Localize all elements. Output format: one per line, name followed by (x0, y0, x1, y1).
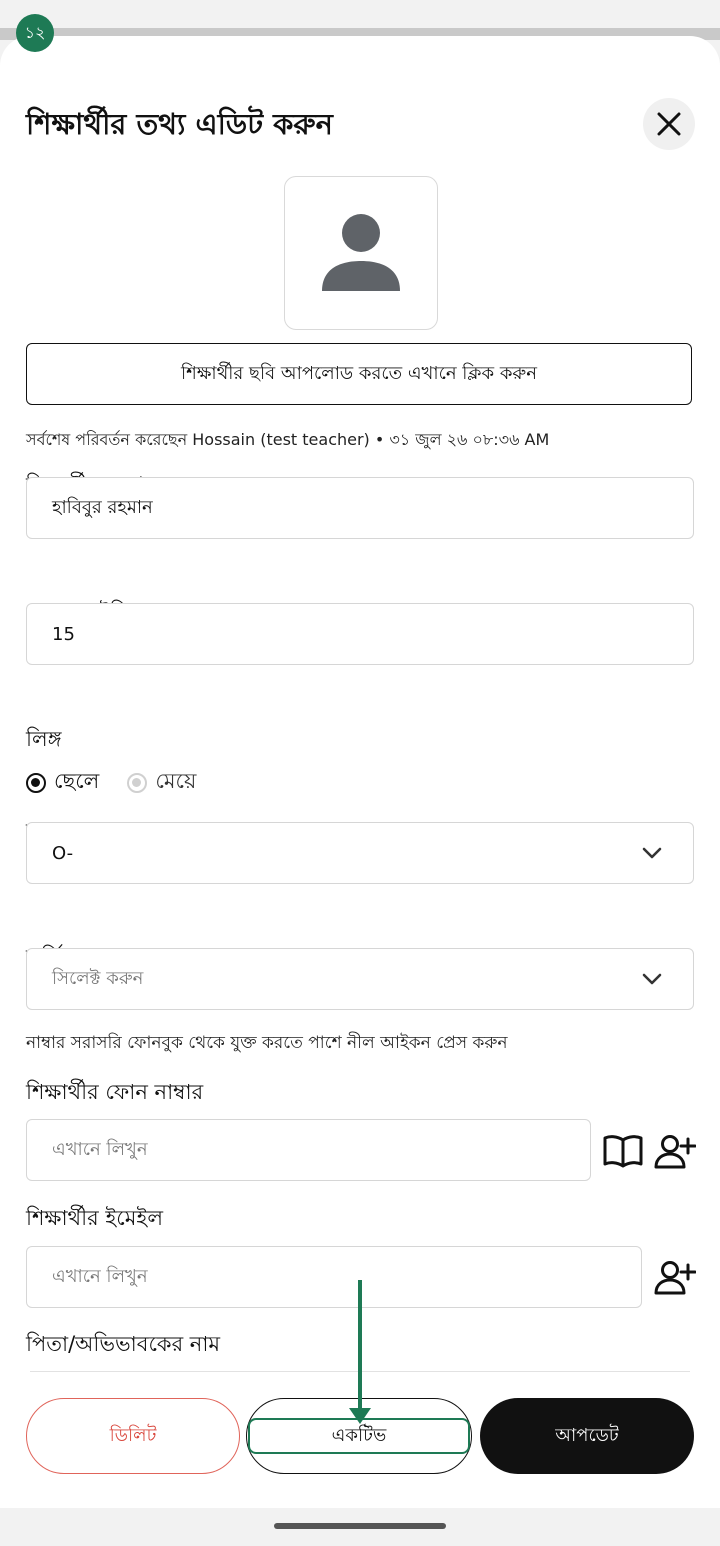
email-input[interactable]: এখানে লিখুন (26, 1246, 642, 1308)
gender-option-male: ছেলে (54, 769, 100, 793)
phone-placeholder: এখানে লিখুন (52, 1138, 148, 1160)
add-email-contact-button[interactable] (652, 1255, 698, 1299)
close-icon (657, 112, 681, 136)
home-indicator[interactable] (274, 1523, 446, 1529)
email-label: শিক্ষার্থীর ইমেইল (26, 1206, 163, 1230)
gender-label: লিঙ্গ (26, 727, 62, 751)
update-button[interactable]: আপডেট (480, 1398, 694, 1474)
phonebook-button[interactable] (600, 1129, 646, 1173)
phone-label: শিক্ষার্থীর ফোন নাম্বার (26, 1080, 204, 1104)
chevron-down-icon (642, 973, 662, 985)
admission-type-placeholder: সিলেক্ট করুন (52, 967, 144, 989)
name-value: হাবিবুর রহমান (52, 496, 153, 518)
status-area (0, 0, 720, 28)
step-badge: ১২ (16, 14, 54, 52)
last-edited-info: সর্বশেষ পরিবর্তন করেছেন Hossain (test te… (26, 430, 550, 449)
upload-photo-button[interactable]: শিক্ষার্থীর ছবি আপলোড করতে এখানে ক্লিক ক… (26, 343, 692, 405)
guardian-label: পিতা/অভিভাবকের নাম (26, 1332, 221, 1356)
gender-radio-male[interactable] (26, 772, 46, 793)
roll-input[interactable]: 15 (26, 603, 694, 665)
student-photo[interactable] (284, 176, 438, 330)
add-phone-contact-button[interactable] (652, 1129, 698, 1173)
phonebook-icon (603, 1135, 643, 1168)
add-contact-icon (654, 1261, 696, 1295)
roll-value: 15 (52, 623, 75, 645)
add-contact-icon (654, 1135, 696, 1169)
phone-input[interactable]: এখানে লিখুন (26, 1119, 591, 1181)
page-title: শিক্ষার্থীর তথ্য এডিট করুন (26, 107, 333, 141)
name-input[interactable]: হাবিবুর রহমান (26, 477, 694, 539)
admission-type-select[interactable]: সিলেক্ট করুন (26, 948, 694, 1010)
gender-radio-female[interactable] (127, 772, 148, 793)
tutorial-arrow-line (358, 1280, 362, 1412)
person-icon (322, 214, 400, 291)
blood-group-value: O- (52, 842, 74, 864)
gender-radio-group: ছেলে মেয়ে (26, 765, 196, 800)
close-button[interactable] (643, 98, 695, 150)
gender-option-female: মেয়ে (155, 769, 197, 793)
tutorial-arrow-head (349, 1408, 371, 1424)
email-placeholder: এখানে লিখুন (52, 1265, 148, 1287)
chevron-down-icon (642, 847, 662, 859)
delete-button[interactable]: ডিলিট (26, 1398, 240, 1474)
phonebook-hint: নাম্বার সরাসরি ফোনবুক থেকে যুক্ত করতে পা… (26, 1033, 508, 1053)
blood-group-select[interactable]: O- (26, 822, 694, 884)
